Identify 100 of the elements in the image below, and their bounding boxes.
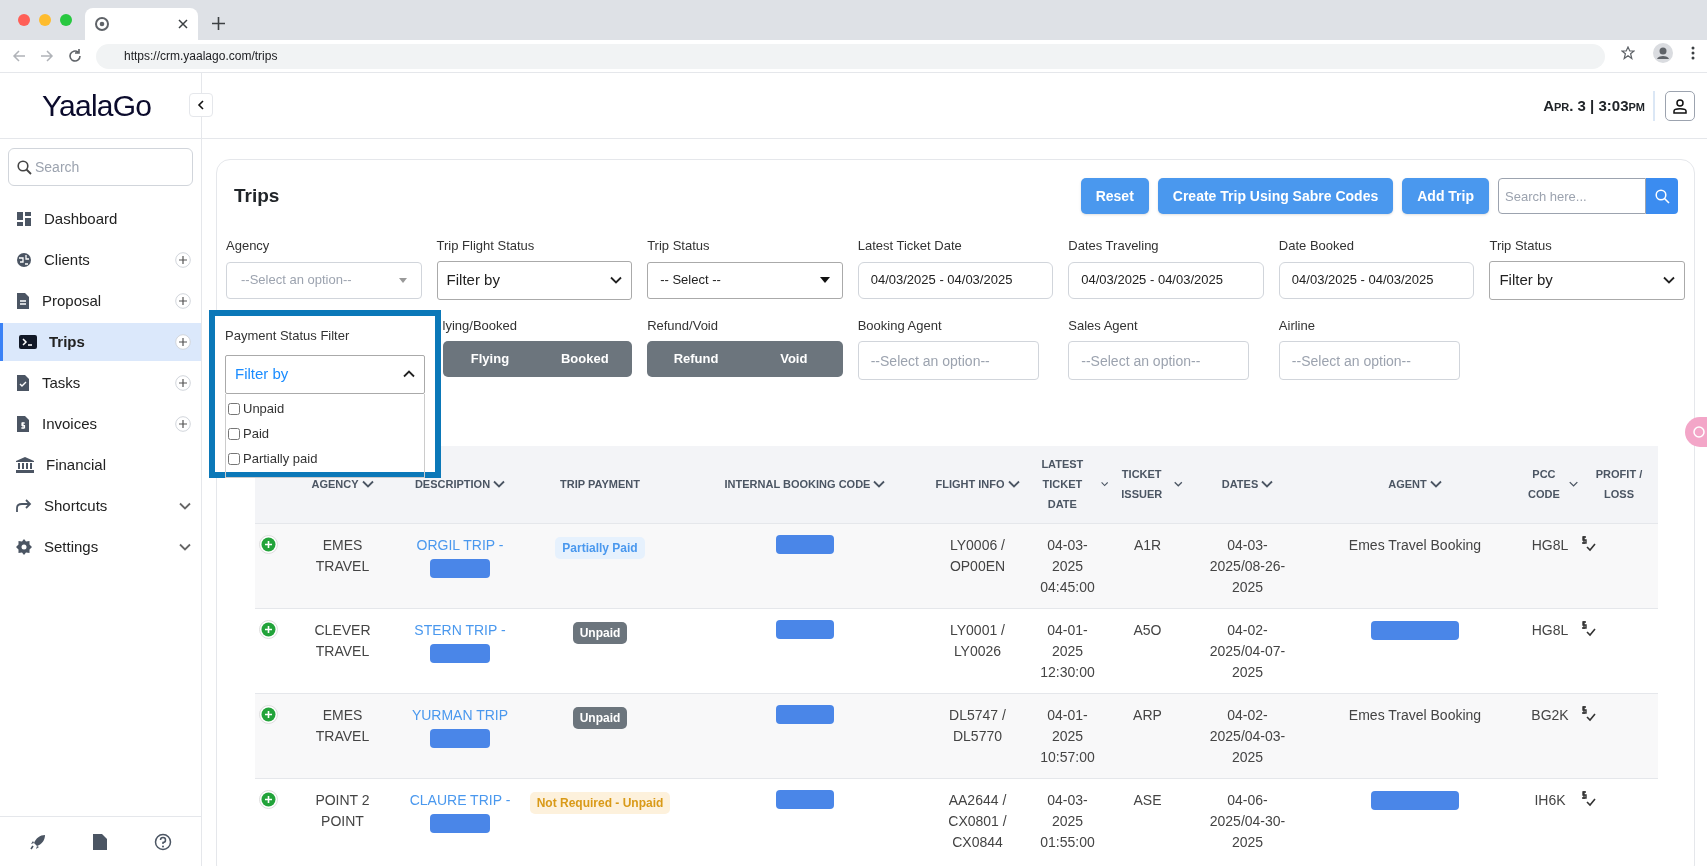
- star-icon[interactable]: [1621, 46, 1635, 60]
- search-field[interactable]: Search here...: [1498, 178, 1646, 214]
- nav-item[interactable]: Proposal: [0, 282, 201, 320]
- column-header[interactable]: LATEST TICKET DATE: [1027, 454, 1108, 515]
- rocket-icon[interactable]: [29, 832, 48, 851]
- checkbox-option[interactable]: Partially paid: [226, 446, 424, 472]
- reload-icon[interactable]: [68, 49, 82, 63]
- toggle-option[interactable]: Flying: [442, 341, 538, 377]
- add-icon[interactable]: [175, 293, 191, 309]
- filter-label: Trip Flight Status: [436, 237, 536, 255]
- add-icon[interactable]: [175, 252, 191, 268]
- column-header[interactable]: DESCRIPTION: [414, 474, 506, 495]
- filter-label: Payment Status Filter: [225, 327, 351, 345]
- redaction-bar: [430, 728, 490, 748]
- expand-row-icon[interactable]: [259, 619, 278, 639]
- search-button[interactable]: [1646, 178, 1678, 214]
- nav-item[interactable]: Clients: [0, 241, 201, 279]
- filter-select[interactable]: Filter by: [1489, 260, 1685, 300]
- nav-item[interactable]: Trips: [0, 323, 201, 361]
- select-field[interactable]: --Select an option--: [1068, 341, 1250, 380]
- column-header[interactable]: AGENT: [1388, 474, 1442, 495]
- table-cell-text: ARP: [1132, 705, 1163, 725]
- nav-label[interactable]: Trips: [49, 330, 163, 354]
- column-header[interactable]: DATES: [1221, 474, 1274, 495]
- chevron-down-icon: [610, 276, 623, 284]
- nav-item[interactable]: Shortcuts: [0, 487, 201, 525]
- column-header[interactable]: FLIGHT INFO: [935, 474, 1020, 495]
- nav-label[interactable]: Clients: [44, 248, 163, 272]
- table-cell-text: 04-03-2025 01:55:00: [1039, 790, 1096, 852]
- nav-item[interactable]: Invoices: [0, 405, 201, 443]
- table-cell-text: Emes Travel Booking: [1347, 705, 1483, 725]
- help-icon[interactable]: [153, 832, 172, 851]
- expand-row-icon[interactable]: [259, 704, 278, 724]
- checkbox[interactable]: [228, 453, 240, 465]
- toggle-option[interactable]: Booked: [537, 341, 633, 377]
- date-range-field[interactable]: 04/03/2025 - 04/03/2025: [1068, 261, 1264, 299]
- expand-row-icon[interactable]: [259, 789, 278, 809]
- nav-item[interactable]: Dashboard: [0, 200, 201, 238]
- date-range-field[interactable]: 04/03/2025 - 04/03/2025: [1278, 261, 1475, 299]
- date-range-value: 04/03/2025 - 04/03/2025: [870, 271, 1013, 290]
- address-bar[interactable]: https://crm.yaalago.com/trips: [96, 43, 1605, 69]
- search-field[interactable]: Search: [8, 148, 193, 186]
- profile-icon[interactable]: [1653, 43, 1673, 63]
- add-icon[interactable]: [175, 334, 191, 350]
- new-tab-icon[interactable]: [212, 17, 225, 30]
- nav-label[interactable]: Financial: [46, 453, 191, 477]
- date-range-field[interactable]: 04/03/2025 - 04/03/2025: [857, 261, 1054, 299]
- filter-label: Latest Ticket Date: [857, 237, 963, 255]
- user-button[interactable]: [1665, 90, 1695, 121]
- toggle-option[interactable]: Void: [744, 341, 843, 377]
- nav-label[interactable]: Settings: [44, 535, 167, 559]
- nav-label[interactable]: Invoices: [42, 412, 163, 436]
- select-field[interactable]: --Select an option--: [857, 341, 1039, 380]
- add-icon[interactable]: [175, 416, 191, 432]
- dollar-check-icon[interactable]: [1580, 534, 1598, 553]
- toggle-option[interactable]: Refund: [647, 341, 745, 377]
- date-time-text: Apr. 3 | 3:03pm: [1543, 90, 1655, 121]
- column-header[interactable]: INTERNAL BOOKING CODE: [724, 474, 886, 495]
- nav-label[interactable]: Proposal: [42, 289, 163, 313]
- collapse-sidebar-button[interactable]: [189, 93, 213, 117]
- add-icon[interactable]: [175, 375, 191, 391]
- checkbox-option[interactable]: Unpaid: [226, 396, 424, 422]
- select-field[interactable]: --Select an option--: [1278, 341, 1460, 380]
- status-select[interactable]: -- Select --: [647, 261, 843, 299]
- column-header[interactable]: PROFIT / LOSS: [1582, 464, 1656, 505]
- column-header[interactable]: AGENCY: [311, 474, 374, 495]
- file-icon: [16, 293, 30, 309]
- close-window-icon[interactable]: [18, 14, 30, 26]
- close-icon[interactable]: [178, 19, 188, 29]
- user-icon: [1672, 97, 1688, 114]
- checkbox-option[interactable]: Paid: [226, 421, 424, 447]
- table-cell-text: EMES TRAVEL: [314, 705, 371, 746]
- nav-label[interactable]: Shortcuts: [44, 494, 167, 518]
- column-header[interactable]: TICKET ISSUER: [1112, 464, 1183, 505]
- checkbox[interactable]: [228, 428, 240, 440]
- option-label: Partially paid: [243, 450, 318, 469]
- logo[interactable]: YaalaGo: [42, 83, 152, 128]
- document-icon[interactable]: [93, 832, 108, 851]
- dollar-check-icon[interactable]: [1580, 789, 1598, 808]
- table-cell-text: LY0006 / OP00EN: [948, 535, 1007, 576]
- option-label: Paid: [243, 425, 270, 444]
- payment-status-badge: Partially Paid: [555, 536, 645, 559]
- nav-item[interactable]: Tasks: [0, 364, 201, 402]
- nav-item[interactable]: Financial: [0, 446, 201, 484]
- menu-icon[interactable]: [1691, 46, 1695, 60]
- sort-chevron-icon: [1007, 480, 1020, 489]
- column-header[interactable]: PCC CODE: [1522, 464, 1578, 505]
- filter-select[interactable]: Filter by: [436, 260, 633, 300]
- column-header[interactable]: TRIP PAYMENT: [560, 474, 640, 495]
- search-icon: [17, 160, 32, 175]
- table-cell-text: 04-01-2025 12:30:00: [1039, 620, 1096, 682]
- nav-item[interactable]: Settings: [0, 528, 201, 566]
- checkbox[interactable]: [228, 403, 240, 415]
- expand-row-icon[interactable]: [259, 534, 278, 554]
- redaction-bar: [430, 558, 490, 578]
- dollar-check-icon[interactable]: [1580, 619, 1598, 638]
- browser-tab[interactable]: [85, 8, 198, 40]
- dollar-check-icon[interactable]: [1580, 704, 1598, 723]
- nav-label[interactable]: Tasks: [42, 371, 163, 395]
- nav-label[interactable]: Dashboard: [44, 207, 191, 231]
